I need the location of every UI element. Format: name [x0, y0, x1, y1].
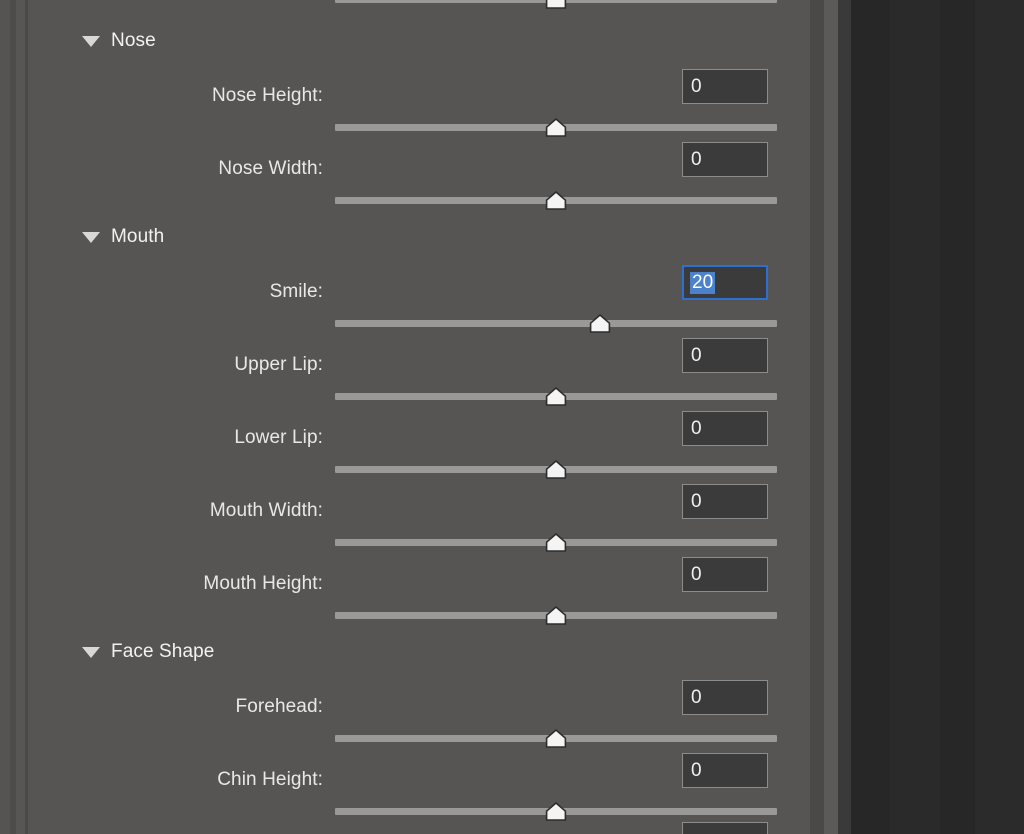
triangle-down-icon[interactable]	[82, 646, 100, 658]
slider-mouth-width[interactable]	[335, 533, 777, 553]
slider-handle[interactable]	[545, 191, 567, 210]
param-label-mouth-height: Mouth Height:	[203, 573, 323, 594]
panel-right-border	[810, 0, 824, 834]
param-value-input-chin-height[interactable]: 0	[682, 753, 768, 788]
param-value-text: 0	[691, 418, 702, 439]
slider-handle[interactable]	[545, 802, 567, 821]
group-header-mouth[interactable]: Mouth	[28, 224, 164, 250]
window-edge-gap	[16, 0, 25, 834]
slider-handle[interactable]	[545, 606, 567, 625]
param-label-nose-height: Nose Height:	[211, 85, 323, 106]
param-row-mouth-width: Mouth Width: 0	[28, 480, 810, 553]
param-row-nose-width: Nose Width: 0	[28, 138, 810, 211]
param-label-nose-width: Nose Width:	[218, 158, 323, 179]
param-label-forehead: Forehead:	[235, 696, 323, 717]
param-row-nose-height: Nose Height: 0	[28, 65, 810, 138]
slider-handle[interactable]	[545, 533, 567, 552]
slider-handle[interactable]	[545, 118, 567, 137]
param-label-lower-lip: Lower Lip:	[234, 427, 323, 448]
param-value-input-upper-lip[interactable]: 0	[682, 338, 768, 373]
param-value-input-nose-height[interactable]: 0	[682, 69, 768, 104]
slider-handle[interactable]	[545, 0, 567, 9]
param-value-text: 0	[691, 760, 702, 781]
param-value-text: 0	[691, 345, 702, 366]
param-value-input-lower-lip[interactable]: 0	[682, 411, 768, 446]
slider-chin-height[interactable]	[335, 802, 777, 822]
param-row-mouth-height: Mouth Height: 0	[28, 553, 810, 626]
slider-upper-lip[interactable]	[335, 387, 777, 407]
slider-track[interactable]	[335, 320, 777, 327]
param-label-upper-lip: Upper Lip:	[234, 354, 323, 375]
group-title: Face Shape	[111, 641, 215, 662]
param-value-text: 0	[691, 76, 702, 97]
clipped-number-field-below[interactable]	[682, 822, 768, 834]
param-value-input-mouth-height[interactable]: 0	[682, 557, 768, 592]
triangle-down-icon[interactable]	[82, 231, 100, 243]
param-value-text: 0	[691, 491, 702, 512]
param-label-chin-height: Chin Height:	[217, 769, 323, 790]
viewport-canvas-band-2	[890, 0, 940, 834]
group-header-nose[interactable]: Nose	[28, 28, 156, 54]
param-row-forehead: Forehead: 0	[28, 676, 810, 749]
slider-mouth-height[interactable]	[335, 606, 777, 626]
triangle-down-icon[interactable]	[82, 35, 100, 47]
param-row-smile: Smile: 20	[28, 261, 810, 334]
param-value-input-mouth-width[interactable]: 0	[682, 484, 768, 519]
app-root: Nose Nose Height: 0 Nose Width: 0 Mouth Smile:…	[0, 0, 1024, 834]
param-value-text: 0	[691, 564, 702, 585]
slider-handle[interactable]	[589, 314, 611, 333]
window-edge-outer	[0, 0, 10, 834]
param-value-text: 0	[691, 149, 702, 170]
param-value-input-nose-width[interactable]: 0	[682, 142, 768, 177]
viewport-left-border	[838, 0, 851, 834]
param-row-lower-lip: Lower Lip: 0	[28, 407, 810, 480]
face-parameters-panel: Nose Nose Height: 0 Nose Width: 0 Mouth Smile:…	[28, 0, 810, 834]
group-title: Mouth	[111, 226, 165, 247]
param-value-input-forehead[interactable]: 0	[682, 680, 768, 715]
clipped-slider-above[interactable]	[335, 0, 777, 10]
slider-nose-width[interactable]	[335, 191, 777, 211]
param-value-input-smile[interactable]: 20	[682, 265, 768, 300]
param-label-mouth-width: Mouth Width:	[209, 500, 323, 521]
panel-scrollbar-gutter[interactable]	[824, 0, 838, 834]
slider-forehead[interactable]	[335, 729, 777, 749]
slider-smile[interactable]	[335, 314, 777, 334]
slider-nose-height[interactable]	[335, 118, 777, 138]
param-value-text: 20	[690, 271, 716, 294]
viewport-canvas-band-3	[975, 0, 1024, 834]
slider-lower-lip[interactable]	[335, 460, 777, 480]
param-row-upper-lip: Upper Lip: 0	[28, 334, 810, 407]
group-header-face-shape[interactable]: Face Shape	[28, 639, 214, 665]
group-title: Nose	[111, 30, 156, 51]
param-value-text: 0	[691, 687, 702, 708]
slider-handle[interactable]	[545, 387, 567, 406]
slider-handle[interactable]	[545, 729, 567, 748]
param-label-smile: Smile:	[269, 281, 323, 302]
param-row-chin-height: Chin Height: 0	[28, 749, 810, 822]
slider-handle[interactable]	[545, 460, 567, 479]
